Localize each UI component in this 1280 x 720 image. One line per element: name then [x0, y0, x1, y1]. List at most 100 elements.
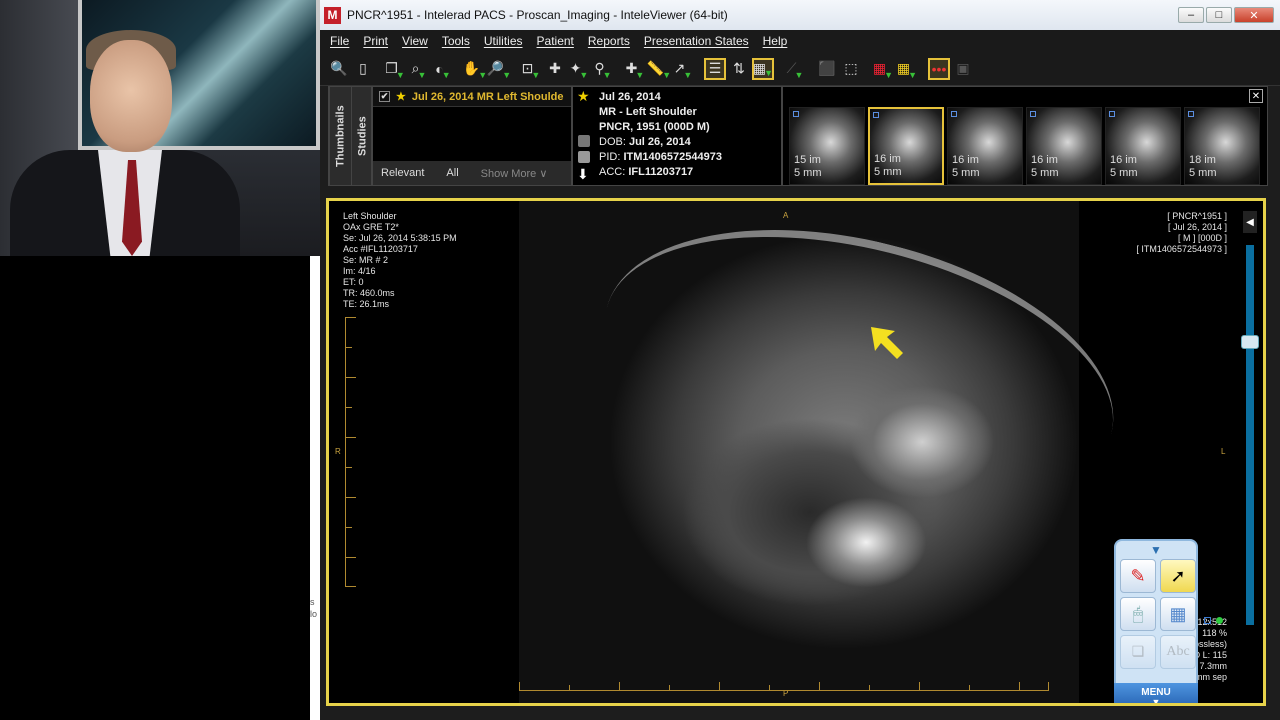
orientation-top: A [783, 211, 789, 220]
document-icon[interactable]: ▯ [352, 58, 374, 80]
localizer-icon[interactable]: ✦ ▼ [568, 58, 590, 80]
app-logo-icon: M [324, 6, 341, 24]
text-tool-icon[interactable]: Abc [1160, 635, 1196, 669]
status-square-icon [1204, 617, 1211, 624]
presenter-webcam [0, 0, 320, 256]
pencil-icon[interactable]: ✎ [1120, 559, 1156, 593]
mri-image[interactable] [519, 201, 1143, 703]
crop-icon[interactable]: ⊡ ▼ [520, 58, 542, 80]
study-row-label: Jul 26, 2014 MR Left Shoulde [411, 90, 564, 103]
inteleviewer-window: M PNCR^1951 - Intelerad PACS - Proscan_I… [320, 0, 1280, 720]
filter-relevant[interactable]: Relevant [381, 167, 424, 179]
ruler-icon[interactable]: 📏 ▼ [647, 58, 671, 80]
add-annotation-icon[interactable]: ✚ ▼ [624, 58, 646, 80]
scale-ruler-horizontal [519, 681, 1049, 691]
minimize-button[interactable]: – [1178, 7, 1204, 23]
scroll-track[interactable] [1246, 245, 1254, 625]
stack-scroll-icon[interactable]: ☰ [704, 57, 726, 80]
window-controls: – □ ✕ [1178, 7, 1274, 23]
search-icon[interactable]: 🔍 [328, 58, 350, 80]
report-icon[interactable] [578, 135, 590, 147]
flip-icon[interactable]: ⇅ [728, 58, 750, 80]
screen: s lo M PNCR^1951 - Intelerad PACS - Pros… [0, 0, 1280, 720]
study-date: Jul 26, 2014 [599, 91, 661, 103]
image-viewport[interactable]: Left Shoulder OAx GRE T2* Se: Jul 26, 20… [326, 198, 1266, 706]
series-thumbnail[interactable]: 16 im 5 mm [1026, 107, 1102, 185]
arrow-tool-icon[interactable]: ↗ ▼ [672, 58, 694, 80]
menu-button[interactable]: MENU ▼ [1114, 683, 1198, 703]
title-bar[interactable]: M PNCR^1951 - Intelerad PACS - Proscan_I… [320, 0, 1280, 30]
collapse-arrow-icon[interactable]: ◀ [1243, 211, 1257, 233]
series-thumbnail[interactable]: 15 im 5 mm [789, 107, 865, 185]
series-thumbnail[interactable]: 18 im 5 mm [1184, 107, 1260, 185]
chevron-down-icon[interactable]: ▼ [1116, 543, 1196, 557]
menu-bar: File Print View Tools Utilities Patient … [320, 30, 1280, 52]
series-thumbnail[interactable]: 16 im 5 mm [1105, 107, 1181, 185]
layout-icon[interactable]: ❐ ▼ [384, 58, 406, 80]
user-icon[interactable]: ▣ [952, 58, 974, 80]
left-black-area [0, 256, 310, 720]
pan-hand-icon[interactable]: ✋ ▼ [463, 58, 487, 80]
measure-disabled-icon[interactable]: ⟋ ▼ [784, 58, 806, 80]
study-checkbox[interactable]: ✔ [379, 91, 390, 102]
study-info: ★ ⬇ Jul 26, 2014 MR - Left Shoulder PNCR… [572, 86, 782, 186]
maximize-button[interactable]: □ [1206, 7, 1232, 23]
mpr-icon[interactable]: ⬛ [816, 58, 838, 80]
window-level-icon[interactable]: ◐ ▼ [432, 58, 454, 80]
annotation-arrow-icon[interactable] [869, 325, 907, 363]
thumbnail-strip: 15 im 5 mm 16 im 5 mm 16 im 5 mm 16 im 5 mm … [782, 86, 1268, 186]
menu-tools[interactable]: Tools [442, 34, 470, 48]
tab-studies[interactable]: Studies [351, 87, 373, 185]
scroll-handle[interactable] [1241, 335, 1259, 349]
patient-dob: DOB: Jul 26, 2014 [599, 136, 691, 148]
menu-file[interactable]: File [330, 34, 349, 48]
filter-show-more[interactable]: Show More ∨ [481, 167, 548, 180]
menu-view[interactable]: View [402, 34, 428, 48]
window-title: PNCR^1951 - Intelerad PACS - Proscan_Ima… [347, 8, 728, 22]
accession-number: ACC: IFL11203717 [599, 166, 694, 178]
partial-window-text: s lo [310, 597, 318, 619]
patient-id: PID: ITM1406572544973 [599, 151, 722, 163]
close-button[interactable]: ✕ [1234, 7, 1274, 23]
layout-grid-icon[interactable]: ▦ [1160, 597, 1196, 631]
tab-thumbnails[interactable]: Thumbnails [329, 87, 351, 185]
menu-help[interactable]: Help [763, 34, 788, 48]
overlay-series-info: Left Shoulder OAx GRE T2* Se: Jul 26, 20… [343, 211, 457, 309]
cine-icon[interactable]: ▦ ▼ [752, 57, 774, 80]
filter-all[interactable]: All [446, 167, 458, 179]
probe-icon[interactable]: ⚲ ▼ [592, 58, 614, 80]
pointer-icon[interactable]: ➚ [1160, 559, 1196, 593]
magnify-glass-icon[interactable]: ⌕ ▼ [408, 58, 430, 80]
menu-utilities[interactable]: Utilities [484, 34, 523, 48]
study-list: ✔ ★ Jul 26, 2014 MR Left Shoulde Relevan… [372, 86, 572, 186]
presenter-face [90, 40, 172, 152]
series-thumbnail-selected[interactable]: 16 im 5 mm [868, 107, 944, 185]
star-icon[interactable]: ★ [396, 90, 406, 103]
series-scrollbar[interactable]: ◀ [1241, 211, 1259, 625]
patient-name: PNCR, 1951 (000D M) [599, 121, 710, 133]
sync-icon[interactable]: ••• [928, 57, 950, 80]
menu-print[interactable]: Print [363, 34, 388, 48]
orientation-right: L [1221, 447, 1226, 456]
document-icon[interactable] [578, 151, 590, 163]
zoom-icon[interactable]: 🔎 ▼ [487, 58, 511, 80]
left-white-strip [310, 256, 320, 720]
download-arrow-icon[interactable]: ⬇ [577, 167, 589, 182]
stack-icon[interactable]: ❏ [1120, 635, 1156, 669]
mouse-icon[interactable]: 🖱 [1120, 597, 1156, 631]
study-row[interactable]: ✔ ★ Jul 26, 2014 MR Left Shoulde [373, 87, 571, 107]
menu-presentation-states[interactable]: Presentation States [644, 34, 749, 48]
grid-layout-icon[interactable]: ▦ ▼ [872, 58, 894, 80]
overlay-patient-info: [ PNCR^1951 ] [ Jul 26, 2014 ] [ M ] [00… [1136, 211, 1227, 254]
menu-reports[interactable]: Reports [588, 34, 630, 48]
orientation-left: R [335, 447, 341, 456]
toolbar: 🔍 ▯ ❐ ▼ ⌕ ▼ ◐ ▼ ✋ ▼ 🔎 ▼ ⊡ ▼ ✚ ✦ ▼ ⚲ ▼ ✚ ▼ 📏 ▼ ↗ ▼ ☰… [320, 52, 1280, 86]
star-icon[interactable]: ★ [577, 89, 590, 104]
crosshair-icon[interactable]: ✚ [544, 58, 566, 80]
close-panel-icon[interactable]: ✕ [1249, 89, 1263, 103]
status-dot-icon [1216, 617, 1223, 624]
overlay-toggle-icon[interactable]: ⬚ [840, 58, 862, 80]
menu-patient[interactable]: Patient [537, 34, 574, 48]
series-layout-icon[interactable]: ▦ ▼ [896, 58, 918, 80]
series-thumbnail[interactable]: 16 im 5 mm [947, 107, 1023, 185]
